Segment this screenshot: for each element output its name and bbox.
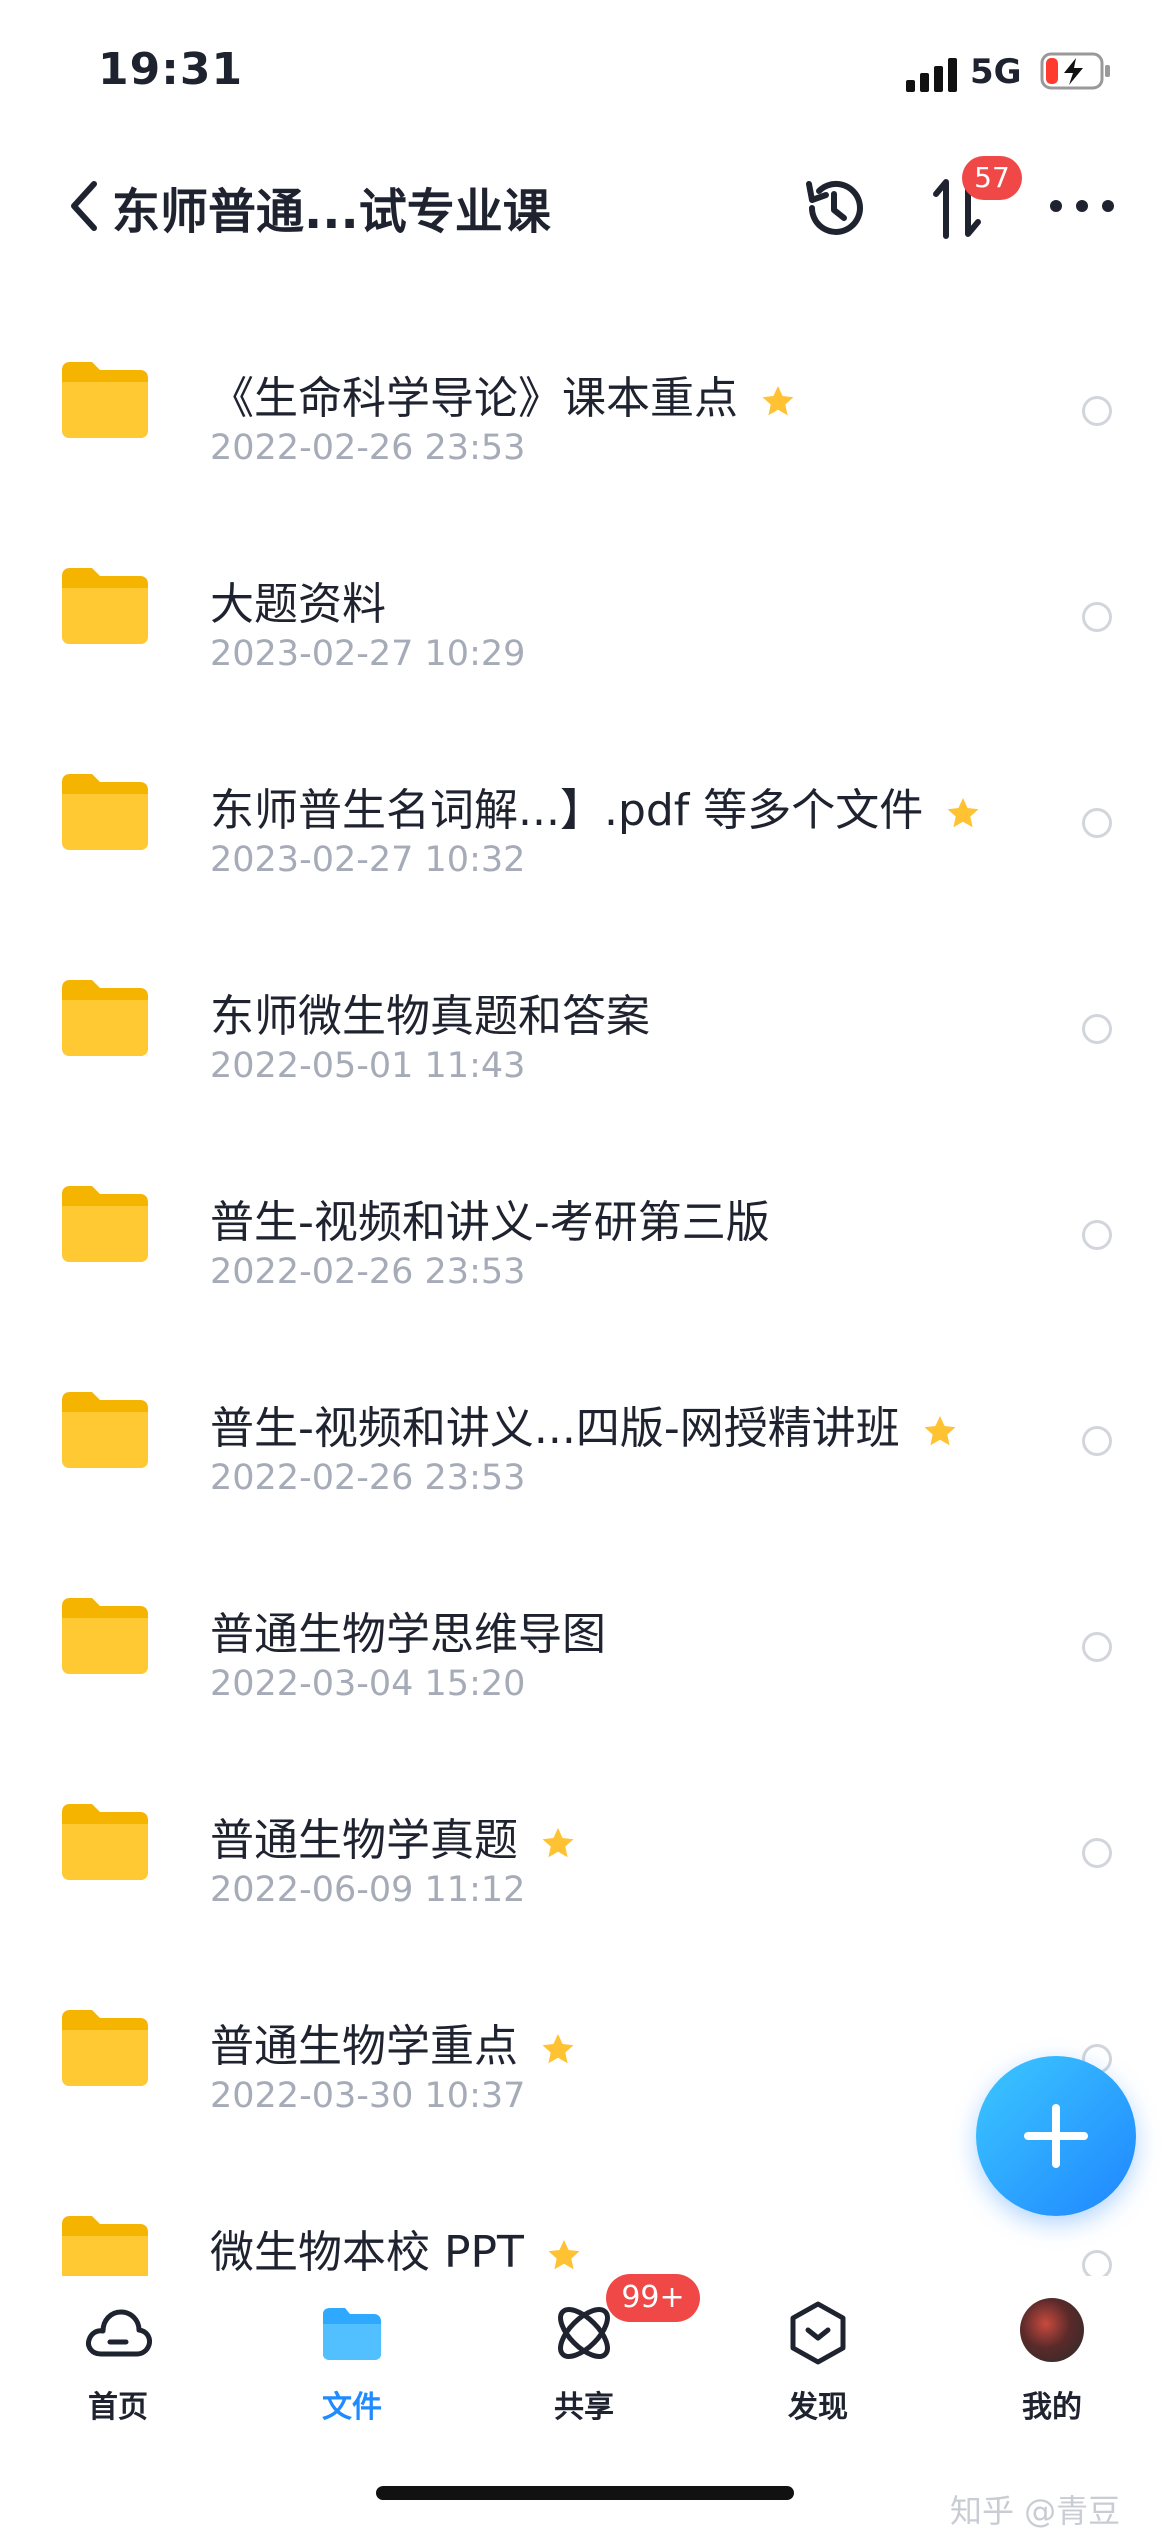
- transfer-count-badge: 57: [962, 156, 1022, 200]
- tab-home[interactable]: 首页: [38, 2298, 198, 2425]
- file-name: 东师微生物真题和答案: [210, 991, 650, 1042]
- folder-icon: [58, 2214, 152, 2276]
- file-date: 2022-02-26 23:53: [210, 428, 526, 468]
- list-item[interactable]: 普生-视频和讲义...四版-网授精讲班 2022-02-26 23:53: [0, 1340, 1170, 1546]
- battery-icon: [1040, 52, 1110, 90]
- file-name: 《生命科学导论》课本重点: [210, 362, 796, 426]
- signal-icon: [906, 58, 958, 92]
- file-date: 2022-06-09 11:12: [210, 1870, 526, 1910]
- list-item[interactable]: 普生-视频和讲义-考研第三版 2022-02-26 23:53: [0, 1134, 1170, 1340]
- file-date: 2022-02-26 23:53: [210, 1458, 526, 1498]
- more-options-icon[interactable]: [1050, 200, 1114, 214]
- tab-files[interactable]: 文件: [272, 2298, 432, 2425]
- list-item[interactable]: 普通生物学真题 2022-06-09 11:12: [0, 1752, 1170, 1958]
- folder-title: 东师普通...试专业课: [112, 184, 551, 240]
- list-item[interactable]: 大题资料 2023-02-27 10:29: [0, 516, 1170, 722]
- add-button[interactable]: [976, 2056, 1136, 2216]
- folder-icon: [58, 1184, 152, 1264]
- folder-icon: [58, 360, 152, 440]
- star-icon: [760, 379, 796, 416]
- file-date: 2023-02-27 10:32: [210, 840, 526, 880]
- avatar[interactable]: [1020, 2298, 1084, 2362]
- select-radio[interactable]: [1082, 1014, 1112, 1044]
- file-date: 2022-03-30 10:37: [210, 2076, 526, 2116]
- file-name: 普通生物学重点: [210, 2010, 576, 2074]
- home-indicator[interactable]: [376, 2486, 794, 2500]
- plus-icon-vertical: [1052, 2104, 1060, 2168]
- tab-home-label: 首页: [88, 2390, 148, 2425]
- file-name: 普生-视频和讲义-考研第三版: [210, 1197, 770, 1248]
- folder-icon: [58, 772, 152, 852]
- select-radio[interactable]: [1082, 2250, 1112, 2276]
- select-radio[interactable]: [1082, 808, 1112, 838]
- file-name: 普通生物学真题: [210, 1804, 576, 1868]
- star-icon: [540, 2027, 576, 2064]
- select-radio[interactable]: [1082, 602, 1112, 632]
- folder-icon: [58, 1596, 152, 1676]
- list-item[interactable]: 东师普生名词解...】.pdf 等多个文件 2023-02-27 10:32: [0, 722, 1170, 928]
- star-icon: [540, 1821, 576, 1858]
- file-name: 普通生物学思维导图: [210, 1609, 606, 1660]
- folder-icon: [58, 978, 152, 1058]
- file-date: 2022-05-01 11:43: [210, 1046, 526, 1086]
- list-item[interactable]: 普通生物学思维导图 2022-03-04 15:20: [0, 1546, 1170, 1752]
- file-name: 微生物本校 PPT: [210, 2216, 582, 2276]
- select-radio[interactable]: [1082, 1220, 1112, 1250]
- folder-icon: [323, 2308, 381, 2360]
- list-item[interactable]: 《生命科学导论》课本重点 2022-02-26 23:53: [0, 310, 1170, 516]
- tab-files-label: 文件: [322, 2390, 382, 2425]
- file-name: 大题资料: [210, 579, 386, 630]
- folder-icon: [58, 1390, 152, 1470]
- file-date: 2022-03-04 15:20: [210, 1664, 526, 1704]
- star-icon: [922, 1409, 958, 1446]
- file-name: 普生-视频和讲义...四版-网授精讲班: [210, 1392, 958, 1456]
- tab-share-label: 共享: [554, 2390, 614, 2425]
- select-radio[interactable]: [1082, 396, 1112, 426]
- back-arrow-icon[interactable]: [64, 178, 104, 234]
- tab-discover[interactable]: 发现: [738, 2298, 898, 2425]
- file-name: 东师普生名词解...】.pdf 等多个文件: [210, 774, 981, 838]
- history-icon[interactable]: [798, 172, 870, 244]
- file-date: 2022-02-26 23:53: [210, 1252, 526, 1292]
- file-date: 2023-02-27 10:29: [210, 634, 526, 674]
- tab-discover-label: 发现: [788, 2390, 848, 2425]
- discover-icon: [790, 2301, 846, 2365]
- share-count-badge: 99+: [606, 2274, 700, 2322]
- watermark: 知乎 @青豆: [950, 2492, 1121, 2530]
- list-item[interactable]: 东师微生物真题和答案 2022-05-01 11:43: [0, 928, 1170, 1134]
- status-time: 19:31: [98, 44, 244, 95]
- tab-mine-label: 我的: [1022, 2390, 1082, 2425]
- file-list: 《生命科学导论》课本重点 2022-02-26 23:53 大题资料 2023-02-…: [0, 310, 1170, 2276]
- folder-icon: [58, 1802, 152, 1882]
- star-icon: [546, 2233, 582, 2270]
- network-type: 5G: [970, 52, 1022, 92]
- folder-icon: [58, 566, 152, 646]
- select-radio[interactable]: [1082, 1426, 1112, 1456]
- select-radio[interactable]: [1082, 1632, 1112, 1662]
- cloud-icon: [86, 2309, 152, 2357]
- folder-icon: [58, 2008, 152, 2088]
- select-radio[interactable]: [1082, 1838, 1112, 1868]
- status-bar: 19:31 5G: [0, 0, 1170, 150]
- star-icon: [945, 791, 981, 828]
